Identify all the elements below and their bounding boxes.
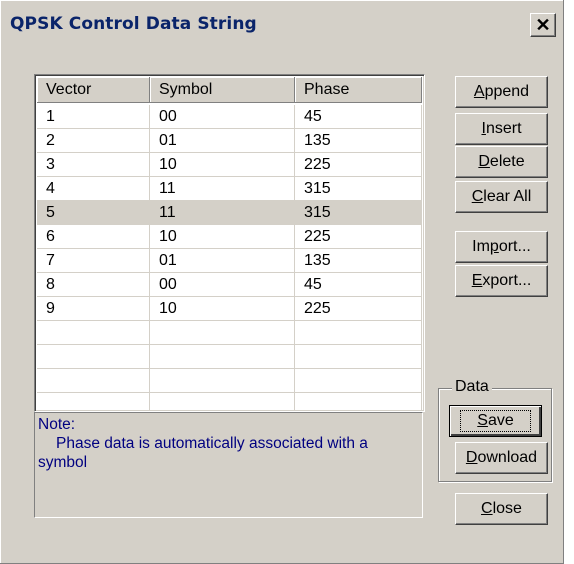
vector-cell: 7 xyxy=(37,249,150,273)
note-heading: Note: xyxy=(38,416,76,433)
table-row[interactable] xyxy=(37,393,422,411)
vector-cell xyxy=(37,393,150,411)
table-row[interactable]: 7 01 135 xyxy=(37,249,422,273)
symbol-cell: 01 xyxy=(150,129,295,153)
data-group-label: Data xyxy=(452,378,492,396)
data-list-view[interactable]: Vector Symbol Phase 1 00 45 2 01 135 3 10 225 4 11… xyxy=(34,74,425,412)
symbol-cell: 11 xyxy=(150,177,295,201)
phase-cell: 315 xyxy=(295,201,422,225)
symbol-cell: 00 xyxy=(150,273,295,297)
table-row[interactable]: 9 10 225 xyxy=(37,297,422,321)
append-button[interactable]: Append xyxy=(455,76,548,108)
phase-cell: 45 xyxy=(295,273,422,297)
phase-cell xyxy=(295,321,422,345)
window-title: QPSK Control Data String xyxy=(10,14,257,34)
symbol-cell xyxy=(150,369,295,393)
save-button-focus: Save xyxy=(460,410,531,432)
symbol-cell: 01 xyxy=(150,249,295,273)
table-row[interactable]: 8 00 45 xyxy=(37,273,422,297)
vector-cell: 2 xyxy=(37,129,150,153)
close-button[interactable]: Close xyxy=(455,493,548,525)
symbol-cell: 11 xyxy=(150,201,295,225)
symbol-cell xyxy=(150,393,295,411)
table-row[interactable]: 2 01 135 xyxy=(37,129,422,153)
vector-cell: 5 xyxy=(37,201,150,225)
table-row[interactable] xyxy=(37,321,422,345)
column-header-phase[interactable]: Phase xyxy=(295,77,422,103)
phase-cell: 225 xyxy=(295,225,422,249)
import-button[interactable]: Im p ort... xyxy=(455,231,548,263)
phase-cell xyxy=(295,369,422,393)
vector-cell: 1 xyxy=(37,105,150,129)
phase-cell: 135 xyxy=(295,249,422,273)
vector-cell: 8 xyxy=(37,273,150,297)
symbol-cell: 10 xyxy=(150,225,295,249)
column-header-symbol[interactable]: Symbol xyxy=(150,77,295,103)
list-header: Vector Symbol Phase xyxy=(37,77,422,103)
column-header-vector[interactable]: Vector xyxy=(37,77,150,103)
symbol-cell: 10 xyxy=(150,297,295,321)
symbol-cell xyxy=(150,321,295,345)
phase-cell: 225 xyxy=(295,153,422,177)
delete-button[interactable]: Delete xyxy=(455,146,548,178)
clear-all-button[interactable]: Clear All xyxy=(455,181,548,213)
table-row[interactable]: 5 11 315 xyxy=(37,201,422,225)
phase-cell: 45 xyxy=(295,105,422,129)
vector-cell: 6 xyxy=(37,225,150,249)
insert-button[interactable]: Insert xyxy=(455,113,548,145)
symbol-cell: 10 xyxy=(150,153,295,177)
table-row[interactable]: 6 10 225 xyxy=(37,225,422,249)
vector-cell: 9 xyxy=(37,297,150,321)
table-row[interactable]: 4 11 315 xyxy=(37,177,422,201)
close-window-button[interactable]: ✕ xyxy=(530,13,556,37)
symbol-cell: 00 xyxy=(150,105,295,129)
close-icon: ✕ xyxy=(535,15,551,35)
phase-cell: 225 xyxy=(295,297,422,321)
dialog-window: QPSK Control Data String ✕ Vector Symbol… xyxy=(0,0,564,564)
save-button[interactable]: Save xyxy=(449,405,542,437)
vector-cell: 3 xyxy=(37,153,150,177)
phase-cell: 315 xyxy=(295,177,422,201)
table-row[interactable]: 3 10 225 xyxy=(37,153,422,177)
note-box: Note: Phase data is automatically associ… xyxy=(34,412,423,518)
vector-cell: 4 xyxy=(37,177,150,201)
symbol-cell xyxy=(150,345,295,369)
note-text: Phase data is automatically associated w… xyxy=(56,435,368,452)
phase-cell xyxy=(295,345,422,369)
phase-cell: 135 xyxy=(295,129,422,153)
table-row[interactable]: 1 00 45 xyxy=(37,105,422,129)
title-bar: QPSK Control Data String ✕ xyxy=(4,4,560,44)
table-row[interactable] xyxy=(37,369,422,393)
vector-cell xyxy=(37,345,150,369)
vector-cell xyxy=(37,321,150,345)
phase-cell xyxy=(295,393,422,411)
note-text-continued: symbol xyxy=(38,454,88,471)
list-rows: 1 00 45 2 01 135 3 10 225 4 11 315 5 11 315 6 10 225 7 01 13… xyxy=(37,105,422,411)
table-row[interactable] xyxy=(37,345,422,369)
vector-cell xyxy=(37,369,150,393)
download-button[interactable]: Download xyxy=(455,442,548,474)
export-button[interactable]: Export... xyxy=(455,265,548,297)
